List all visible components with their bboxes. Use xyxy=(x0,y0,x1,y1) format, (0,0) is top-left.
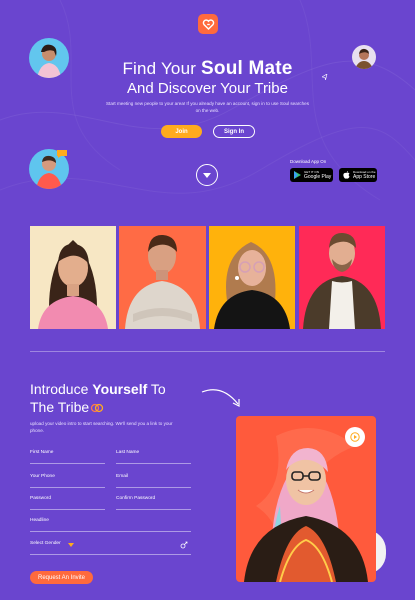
download-label: Download App On xyxy=(290,159,327,164)
scroll-down-button[interactable] xyxy=(196,164,218,186)
chevron-down-icon xyxy=(203,173,211,178)
chat-bubble-icon xyxy=(57,150,67,158)
google-play-button[interactable]: GET IT ON Google Play xyxy=(290,168,333,182)
hero-subtitle: Start meeting new people to your area! I… xyxy=(105,101,309,113)
headline-field[interactable]: Headline xyxy=(30,518,191,532)
sign-in-button[interactable]: Sign In xyxy=(213,125,255,138)
app-store-button[interactable]: Download on the App Store xyxy=(339,168,377,182)
profile-photo-4[interactable] xyxy=(299,226,385,329)
section-divider xyxy=(30,351,385,352)
profile-photo-3[interactable] xyxy=(209,226,295,329)
hero-title: Find Your Soul Mate xyxy=(122,58,293,79)
apple-icon xyxy=(343,171,350,179)
play-icon xyxy=(350,432,360,442)
hero-title-line2: And Discover Your Tribe xyxy=(127,80,288,97)
google-play-icon xyxy=(294,171,301,179)
join-button[interactable]: Join xyxy=(161,125,202,138)
intro-subtitle: upload your video intro to start searchi… xyxy=(30,421,173,433)
request-invite-button[interactable]: Request An Invite xyxy=(30,571,93,584)
confirm-password-field[interactable]: Confirm Password xyxy=(116,496,191,510)
profile-photo-2[interactable] xyxy=(119,226,206,329)
play-video-button[interactable] xyxy=(345,427,365,447)
gender-select[interactable]: Select Gender xyxy=(30,541,191,555)
first-name-field[interactable]: First Name xyxy=(30,450,105,464)
chevron-down-icon xyxy=(68,543,74,547)
intro-title-line2: The Tribe xyxy=(30,399,104,415)
last-name-field[interactable]: Last Name xyxy=(116,450,191,464)
gender-icon xyxy=(180,541,188,549)
phone-field[interactable]: Your Phone xyxy=(30,474,105,488)
app-logo[interactable] xyxy=(198,14,218,34)
intro-title: Introduce Yourself To xyxy=(30,381,166,397)
heart-logo-icon xyxy=(202,18,214,30)
arrow-icon xyxy=(201,389,240,407)
password-field[interactable]: Password xyxy=(30,496,105,510)
email-field[interactable]: Email xyxy=(116,474,191,488)
link-icon xyxy=(90,404,104,413)
profile-photo-1[interactable] xyxy=(30,226,116,329)
